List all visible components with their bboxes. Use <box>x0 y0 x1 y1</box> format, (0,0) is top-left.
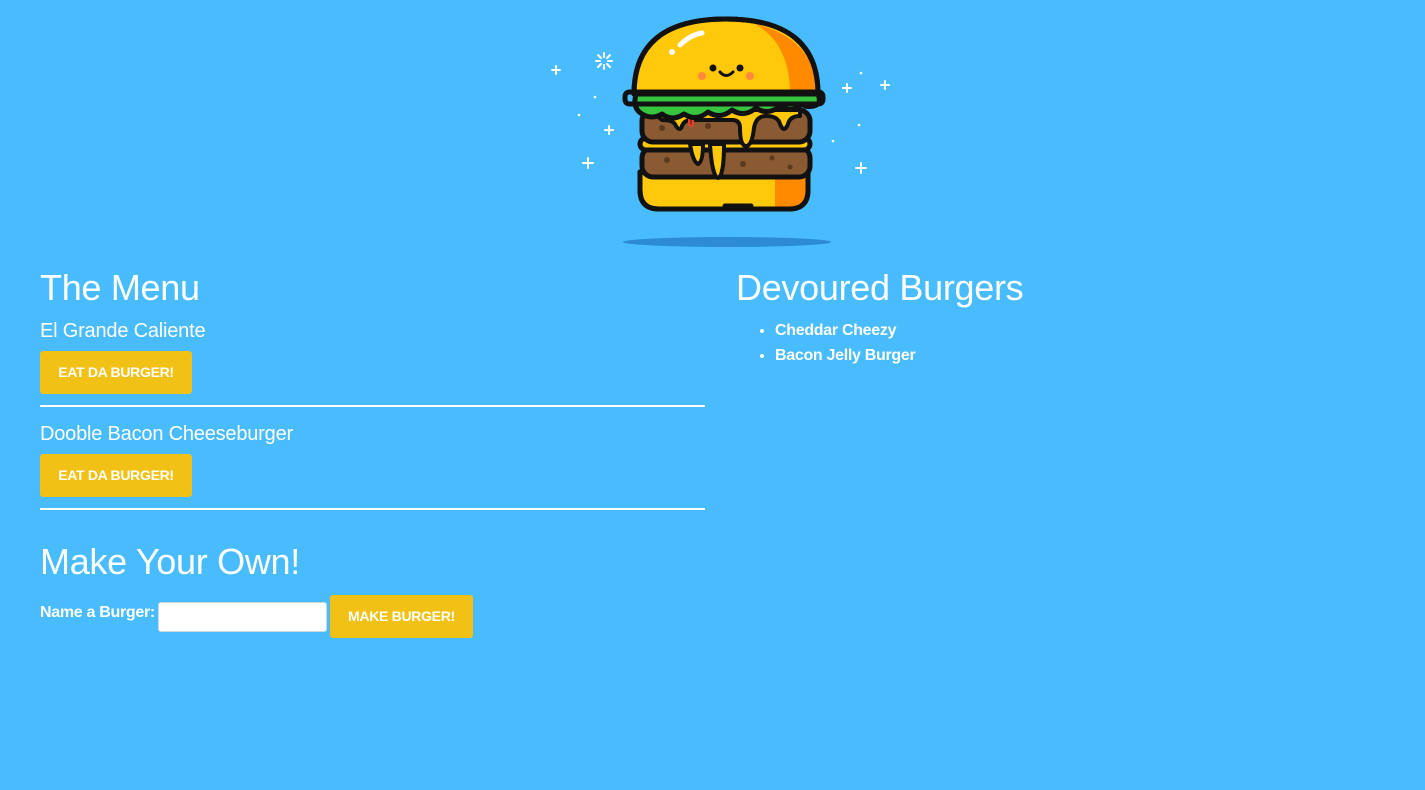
eat-burger-button[interactable]: EAT DA BURGER! <box>40 454 192 497</box>
menu-item-name: Dooble Bacon Cheeseburger <box>40 423 293 445</box>
menu-item-name: El Grande Caliente <box>40 320 206 342</box>
devoured-column: Devoured Burgers Cheddar Cheezy Bacon Je… <box>736 266 1376 368</box>
menu-column: The Menu El Grande Caliente EAT DA BURGE… <box>40 266 705 638</box>
burger-name-label: Name a Burger: <box>40 603 155 621</box>
devoured-item: Bacon Jelly Burger <box>775 343 1376 368</box>
menu-item: Dooble Bacon Cheeseburger EAT DA BURGER! <box>40 421 705 510</box>
menu-item: El Grande Caliente EAT DA BURGER! <box>40 318 705 407</box>
make-burger-button[interactable]: MAKE BURGER! <box>329 595 473 638</box>
divider <box>40 405 705 407</box>
burger-mascot-icon <box>540 10 900 255</box>
devoured-item: Cheddar Cheezy <box>775 318 1376 343</box>
burger-name-input[interactable] <box>157 601 327 632</box>
devoured-title: Devoured Burgers <box>736 267 1024 308</box>
menu-title: The Menu <box>40 267 200 308</box>
make-your-own-title: Make Your Own! <box>40 541 300 582</box>
devoured-list: Cheddar Cheezy Bacon Jelly Burger <box>736 318 1376 368</box>
make-burger-form: Name a Burger: MAKE BURGER! <box>40 595 705 638</box>
page: The Menu El Grande Caliente EAT DA BURGE… <box>0 0 1425 790</box>
eat-burger-button[interactable]: EAT DA BURGER! <box>40 351 192 394</box>
burger-mascot-svg <box>551 16 890 247</box>
divider <box>40 508 705 510</box>
